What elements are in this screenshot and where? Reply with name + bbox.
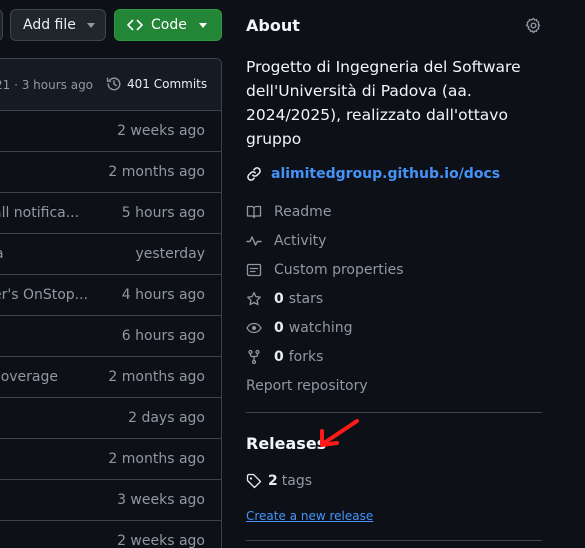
commit-age: 4 hours ago bbox=[121, 287, 205, 303]
file-row[interactable]: 2 days ago bbox=[0, 398, 221, 439]
stars-link[interactable]: 0 stars bbox=[246, 291, 323, 307]
pulse-icon bbox=[246, 233, 274, 249]
latest-commit-header: 21 · 3 hours ago 401 Commits bbox=[0, 59, 221, 111]
file-row[interactable]: coverage 2 months ago bbox=[0, 357, 221, 398]
commit-age: 2 days ago bbox=[128, 410, 205, 426]
commit-message[interactable]: all notifica... bbox=[0, 205, 79, 221]
partial-button[interactable] bbox=[0, 9, 3, 41]
file-row[interactable]: er's OnStop... 4 hours ago bbox=[0, 275, 221, 316]
file-row[interactable]: all notifica... 5 hours ago bbox=[0, 193, 221, 234]
commit-age: 6 hours ago bbox=[121, 328, 205, 344]
commit-age: 3 weeks ago bbox=[117, 492, 205, 508]
gear-icon[interactable] bbox=[525, 17, 542, 34]
link-icon bbox=[246, 166, 262, 182]
add-file-label: Add file bbox=[23, 17, 76, 33]
file-row[interactable]: 2 weeks ago bbox=[0, 111, 221, 152]
book-icon bbox=[246, 204, 274, 220]
homepage-url[interactable]: alimitedgroup.github.io/docs bbox=[271, 166, 500, 182]
red-arrow-annotation-icon bbox=[318, 416, 362, 450]
readme-label: Readme bbox=[274, 204, 332, 220]
star-icon bbox=[246, 291, 274, 307]
commit-age: 2 weeks ago bbox=[117, 533, 205, 548]
code-button[interactable]: Code bbox=[114, 9, 222, 41]
code-label: Code bbox=[151, 17, 187, 33]
create-release-link[interactable]: Create a new release bbox=[246, 509, 373, 523]
commit-age: 2 months ago bbox=[108, 451, 205, 467]
custom-properties-link[interactable]: Custom properties bbox=[246, 262, 404, 278]
tags-link[interactable]: 2 tags bbox=[246, 473, 312, 489]
releases-title[interactable]: Releases bbox=[246, 434, 326, 453]
fork-icon bbox=[246, 349, 274, 365]
commit-age: 5 hours ago bbox=[121, 205, 205, 221]
file-row[interactable]: 2 weeks ago bbox=[0, 521, 221, 548]
code-icon bbox=[127, 17, 143, 33]
activity-label: Activity bbox=[274, 233, 327, 249]
file-row[interactable]: a yesterday bbox=[0, 234, 221, 275]
chevron-down-icon bbox=[199, 23, 207, 28]
add-file-button[interactable]: Add file bbox=[10, 9, 106, 41]
commit-age: 2 weeks ago bbox=[117, 123, 205, 139]
file-row[interactable]: 6 hours ago bbox=[0, 316, 221, 357]
file-row[interactable]: 3 weeks ago bbox=[0, 480, 221, 521]
about-title: About bbox=[246, 16, 300, 35]
homepage-link[interactable]: alimitedgroup.github.io/docs bbox=[246, 166, 500, 182]
section-divider bbox=[246, 540, 542, 541]
file-list: 21 · 3 hours ago 401 Commits 2 weeks ago… bbox=[0, 58, 222, 548]
file-row[interactable]: 2 months ago bbox=[0, 439, 221, 480]
eye-icon bbox=[246, 320, 274, 336]
tag-icon bbox=[246, 473, 262, 489]
history-icon bbox=[106, 76, 122, 92]
commit-message[interactable]: coverage bbox=[0, 369, 58, 385]
commits-count-label: 401 Commits bbox=[127, 77, 208, 91]
file-row[interactable]: 2 months ago bbox=[0, 152, 221, 193]
report-repository-link[interactable]: Report repository bbox=[246, 378, 368, 394]
commit-age: 2 months ago bbox=[108, 164, 205, 180]
tags-label: tags bbox=[281, 473, 312, 489]
chevron-down-icon bbox=[87, 23, 95, 28]
watching-label: watching bbox=[288, 320, 353, 336]
readme-link[interactable]: Readme bbox=[246, 204, 331, 220]
commit-age: 2 months ago bbox=[108, 369, 205, 385]
tags-count: 2 bbox=[268, 473, 278, 489]
commit-age: yesterday bbox=[135, 246, 205, 262]
watching-link[interactable]: 0 watching bbox=[246, 320, 353, 336]
stars-label: stars bbox=[288, 291, 324, 307]
forks-label: forks bbox=[288, 349, 324, 365]
note-icon bbox=[246, 262, 274, 278]
commit-message[interactable]: a bbox=[0, 246, 4, 262]
commit-message[interactable]: er's OnStop... bbox=[0, 287, 88, 303]
watching-count: 0 bbox=[274, 320, 284, 336]
custom-properties-label: Custom properties bbox=[274, 262, 404, 278]
stars-count: 0 bbox=[274, 291, 284, 307]
forks-link[interactable]: 0 forks bbox=[246, 349, 323, 365]
forks-count: 0 bbox=[274, 349, 284, 365]
activity-link[interactable]: Activity bbox=[246, 233, 326, 249]
repo-description: Progetto di Ingegneria del Software dell… bbox=[246, 58, 521, 148]
commits-link[interactable]: 401 Commits bbox=[106, 76, 207, 92]
section-divider bbox=[246, 412, 542, 413]
latest-commit-meta: 21 · 3 hours ago bbox=[0, 78, 94, 92]
